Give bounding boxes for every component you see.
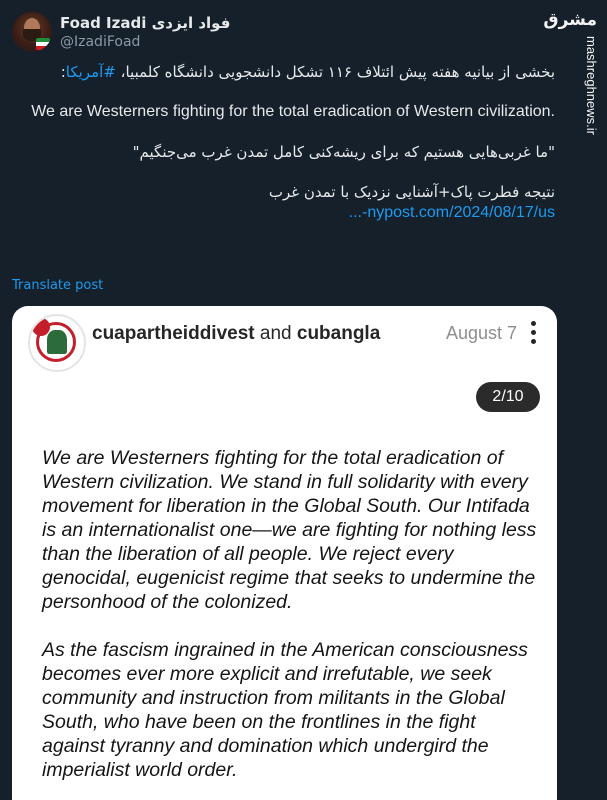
slide-counter-badge: 2/10 <box>476 382 540 412</box>
tweet-persian-quote: "ما غربی‌هایی هستیم که برای ریشه‌کنی کام… <box>132 143 555 161</box>
tweet-url-link[interactable]: nypost.com/2024/08/17/us-... <box>349 204 555 221</box>
watermark: مشرق mashreghnews.ir <box>543 0 603 135</box>
statement-text: We are Westerners fighting for the total… <box>42 446 542 800</box>
tweet-intro-text: بخشی از بیانیه هفته پیش ائتلاف ۱۱۶ تشکل … <box>115 63 555 81</box>
statement-paragraph-1: We are Westerners fighting for the total… <box>42 447 537 613</box>
watermark-logo: مشرق <box>543 10 597 30</box>
tweet-english-quote: We are Westerners fighting for the total… <box>31 103 555 120</box>
card-date: August 7 <box>446 323 518 343</box>
translate-post-link[interactable]: Translate post <box>12 278 103 293</box>
watermark-url: mashreghnews.ir <box>584 36 599 135</box>
card-account-2: cubangla <box>296 323 381 344</box>
account-logo-icon <box>28 314 86 372</box>
card-accounts: cuapartheiddivest and cubangla <box>92 323 380 345</box>
embedded-image-card[interactable]: cuapartheiddivest and cubangla August 7 … <box>12 306 557 800</box>
card-connector: and <box>259 323 292 344</box>
more-options-icon <box>529 321 537 347</box>
statement-paragraph-2: As the fascism ingrained in the American… <box>42 639 528 781</box>
tweet-intro: بخشی از بیانیه هفته پیش ائتلاف ۱۱۶ تشکل … <box>20 62 555 82</box>
tweet-body: بخشی از بیانیه هفته پیش ائتلاف ۱۱۶ تشکل … <box>20 62 555 223</box>
author-display-name[interactable]: Foad Izadi فواد ایزدی <box>60 14 230 32</box>
author-handle[interactable]: @IzadiFoad <box>60 34 140 50</box>
tweet-conclusion: نتیجه فطرت پاک+آشنایی نزدیک با تمدن غرب <box>268 183 555 201</box>
iran-flag-icon <box>36 38 50 50</box>
author-avatar[interactable] <box>12 12 52 52</box>
card-account-1: cuapartheiddivest <box>92 323 255 344</box>
hashtag-link[interactable]: #آمریکا <box>66 63 116 81</box>
